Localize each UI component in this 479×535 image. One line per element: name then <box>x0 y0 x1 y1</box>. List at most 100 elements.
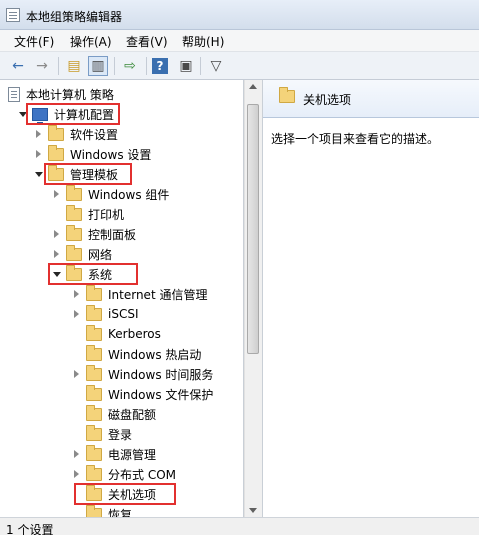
collapsed-arrow-icon[interactable] <box>52 249 62 259</box>
tree-item-label: 网络 <box>88 247 113 262</box>
folder-icon <box>66 204 82 221</box>
tree-item-windows-time-service[interactable]: Windows 时间服务 <box>72 364 213 384</box>
forward-arrow-icon[interactable]: → <box>32 56 52 76</box>
scroll-up-arrow-icon[interactable] <box>249 84 257 89</box>
folder-icon <box>86 324 102 341</box>
tree-item-internet-comm[interactable]: Internet 通信管理 <box>72 284 207 304</box>
tree-item-label: iSCSI <box>108 307 139 321</box>
folder-icon <box>86 304 102 321</box>
filter-icon[interactable]: ▽ <box>206 56 226 76</box>
tree-item-label: 恢复 <box>108 507 133 518</box>
collapsed-arrow-icon[interactable] <box>72 469 82 479</box>
folder-icon <box>279 87 295 103</box>
tree-item-label: 系统 <box>88 267 113 282</box>
policy-document-icon <box>8 86 20 102</box>
folder-icon <box>86 444 102 461</box>
computer-icon <box>32 107 48 124</box>
tree-item-windows-settings[interactable]: Windows 设置 <box>34 144 151 164</box>
status-bar: 1 个设置 <box>0 517 479 535</box>
expanded-arrow-icon[interactable] <box>18 109 28 119</box>
menu-file[interactable]: 文件(F) <box>12 33 56 50</box>
collapsed-arrow-icon[interactable] <box>34 149 44 159</box>
details-header: 关机选项 <box>263 80 479 118</box>
folder-icon <box>86 424 102 441</box>
collapsed-arrow-icon[interactable] <box>72 309 82 319</box>
tree-item-distributed-com[interactable]: 分布式 COM <box>72 464 176 484</box>
folder-icon <box>86 504 102 517</box>
folder-icon <box>66 184 82 201</box>
tree-item-admin-templates[interactable]: 管理模板 <box>34 164 118 184</box>
collapsed-arrow-icon[interactable] <box>34 129 44 139</box>
collapsed-arrow-icon[interactable] <box>72 369 82 379</box>
tree-item-label: Windows 设置 <box>70 147 152 162</box>
tree-item-label: 分布式 COM <box>108 467 176 482</box>
export-list-icon[interactable]: ⇨ <box>120 56 140 76</box>
menu-action[interactable]: 操作(A) <box>68 33 114 50</box>
collapsed-arrow-icon[interactable] <box>52 189 62 199</box>
scroll-down-arrow-icon[interactable] <box>249 508 257 513</box>
tree-item-shutdown-options[interactable]: 关机选项 <box>72 484 156 504</box>
menu-view[interactable]: 查看(V) <box>124 33 170 50</box>
toolbar-separator <box>200 57 201 75</box>
tree-item-control-panel[interactable]: 控制面板 <box>52 224 136 244</box>
tree-item-label: 管理模板 <box>70 167 119 182</box>
tree-item-network[interactable]: 网络 <box>52 244 112 264</box>
tree-item-windows-components[interactable]: Windows 组件 <box>52 184 169 204</box>
tree-item-recovery[interactable]: 恢复 <box>72 504 132 517</box>
toolbar-separator <box>114 57 115 75</box>
help-icon[interactable]: ? <box>152 58 168 74</box>
tree-item-computer-config[interactable]: 计算机配置 <box>18 104 114 124</box>
expanded-arrow-icon[interactable] <box>52 269 62 279</box>
tree-scrollbar[interactable] <box>244 80 261 517</box>
show-hide-tree-icon[interactable]: ▥ <box>88 56 108 76</box>
properties-icon[interactable]: ▣ <box>176 56 196 76</box>
tree-root[interactable]: 本地计算机 策略 <box>8 84 114 104</box>
folder-icon <box>48 124 64 141</box>
tree-item-label: 控制面板 <box>88 227 137 242</box>
up-folder-icon[interactable]: ▤ <box>64 56 84 76</box>
status-text: 1 个设置 <box>6 523 54 535</box>
folder-icon <box>48 144 64 161</box>
collapsed-arrow-icon[interactable] <box>52 229 62 239</box>
folder-icon <box>86 484 102 501</box>
tree-item-power-management[interactable]: 电源管理 <box>72 444 156 464</box>
tree-item-label: 登录 <box>108 427 133 442</box>
tree-item-disk-quota[interactable]: 磁盘配额 <box>72 404 156 424</box>
tree-item-system[interactable]: 系统 <box>52 264 112 284</box>
tree-item-iscsi[interactable]: iSCSI <box>72 304 139 324</box>
expanded-arrow-icon[interactable] <box>34 169 44 179</box>
folder-icon <box>86 344 102 361</box>
tree-item-logon[interactable]: 登录 <box>72 424 132 444</box>
tree-root-label: 本地计算机 策略 <box>26 87 114 102</box>
tree-item-printers[interactable]: 打印机 <box>52 204 124 224</box>
policy-editor-icon <box>6 8 20 22</box>
details-title: 关机选项 <box>303 93 352 107</box>
toolbar-separator <box>146 57 147 75</box>
tree-item-software-settings[interactable]: 软件设置 <box>34 124 118 144</box>
back-arrow-icon[interactable]: ← <box>8 56 28 76</box>
folder-icon <box>66 224 82 241</box>
tree-item-label: 关机选项 <box>108 487 157 502</box>
collapsed-arrow-icon[interactable] <box>72 289 82 299</box>
details-description: 选择一个项目来查看它的描述。 <box>271 132 440 146</box>
tree-item-windows-hotstart[interactable]: Windows 热启动 <box>72 344 201 364</box>
folder-icon <box>86 284 102 301</box>
toolbar-separator <box>58 57 59 75</box>
tree-item-label: Windows 热启动 <box>108 347 202 362</box>
scrollbar-thumb[interactable] <box>247 104 259 354</box>
tree-item-windows-file-protection[interactable]: Windows 文件保护 <box>72 384 213 404</box>
tree-item-label: Windows 时间服务 <box>108 367 214 382</box>
tree-item-label: Windows 组件 <box>88 187 170 202</box>
menu-help[interactable]: 帮助(H) <box>180 33 226 50</box>
tree-pane: 本地计算机 策略 计算机配置 软件设置 Windows 设置 管理模板 Wind… <box>0 80 244 517</box>
folder-icon <box>66 264 82 281</box>
collapsed-arrow-icon[interactable] <box>72 449 82 459</box>
tree-item-kerberos[interactable]: Kerberos <box>72 324 161 344</box>
